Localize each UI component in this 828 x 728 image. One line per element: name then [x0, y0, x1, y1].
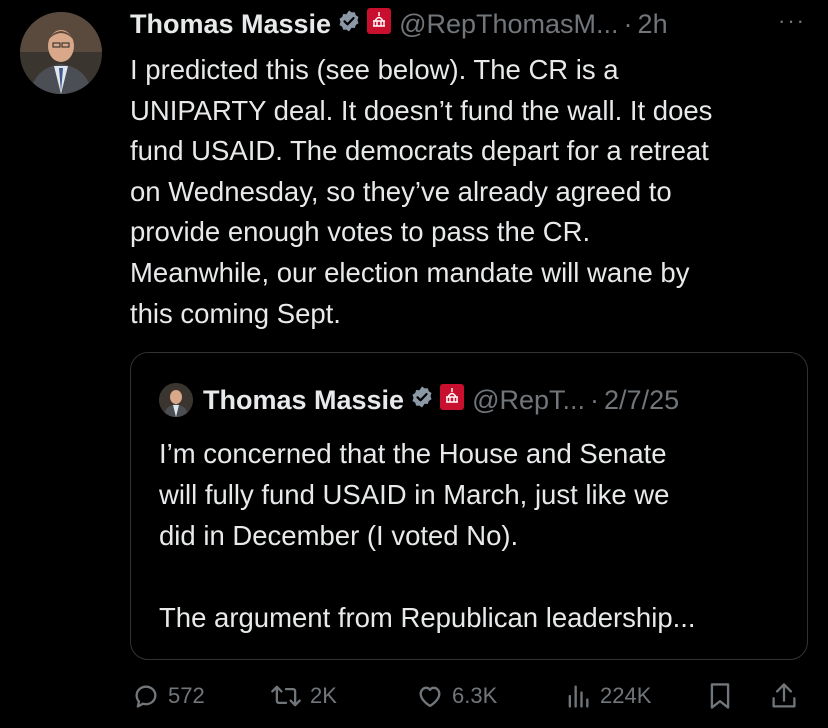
views-button[interactable]: 224K: [564, 676, 651, 716]
like-button[interactable]: 6.3K: [416, 676, 497, 716]
tweet-timestamp[interactable]: 2h: [638, 9, 668, 40]
like-count: 6.3K: [452, 683, 498, 708]
quoted-author-handle: @RepT...: [472, 384, 586, 415]
quoted-author-avatar: [159, 383, 193, 417]
quoted-tweet-header: Thomas Massie @RepT... · 2/7/25: [159, 383, 679, 417]
reply-count: 572: [168, 683, 205, 708]
author-name[interactable]: Thomas Massie: [130, 9, 331, 40]
quoted-tweet-text: I’m concerned that the House and Senate …: [159, 438, 696, 633]
quoted-author-name: Thomas Massie: [203, 384, 405, 415]
views-count: 224K: [600, 683, 652, 708]
repost-button[interactable]: 2K: [270, 676, 337, 716]
tweet-text: I predicted this (see below). The CR is …: [130, 54, 713, 329]
reply-icon: [135, 685, 157, 708]
separator-dot: ·: [623, 8, 633, 39]
congress-badge-icon: [440, 383, 465, 417]
more-options-icon[interactable]: ···: [778, 8, 806, 34]
reply-button[interactable]: 572: [132, 676, 205, 716]
repost-count: 2K: [310, 683, 337, 708]
quoted-tweet[interactable]: Thomas Massie @RepT... · 2/7/25 I’m conc…: [130, 352, 808, 660]
verified-badge-icon: [337, 9, 361, 40]
author-avatar[interactable]: [20, 12, 102, 94]
bookmark-button[interactable]: [706, 676, 742, 716]
author-handle[interactable]: @RepThomasM...: [399, 9, 618, 40]
verified-badge-icon: [410, 385, 434, 416]
repost-icon: [271, 685, 301, 707]
like-icon: [419, 686, 441, 708]
tweet-header: Thomas Massie @RepThomasM... · 2h: [130, 6, 668, 42]
quoted-tweet-date: 2/7/25: [604, 384, 680, 415]
tweet-actions-bar: 572 2K 6.3K 224K: [132, 676, 808, 716]
congress-badge-icon: [367, 7, 392, 41]
bookmark-icon: [710, 683, 730, 709]
share-icon: [772, 683, 796, 708]
views-icon: [568, 685, 589, 708]
separator-dot: ·: [590, 384, 600, 415]
share-button[interactable]: [770, 676, 806, 716]
